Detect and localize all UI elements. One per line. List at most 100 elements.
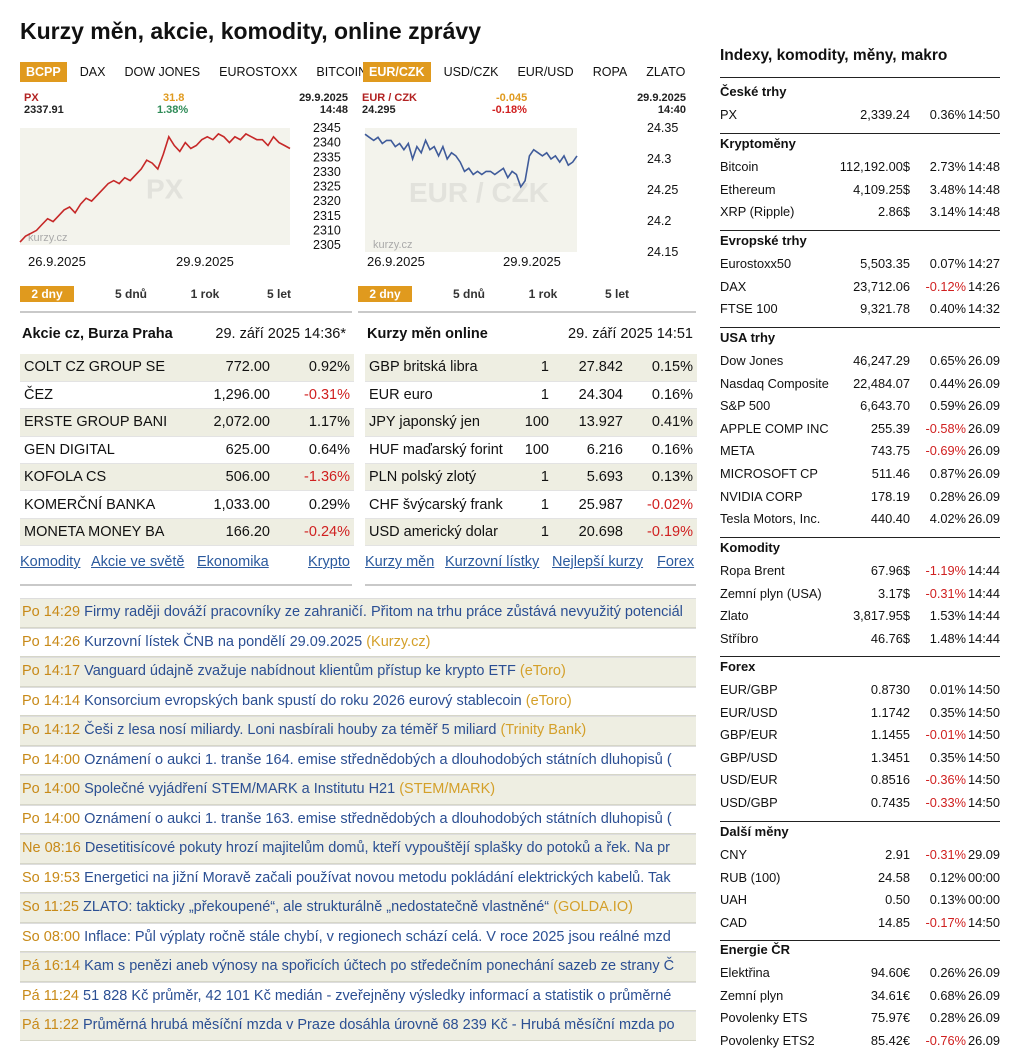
- instrument-name[interactable]: APPLE COMP INC: [720, 418, 829, 440]
- currency-tab-eur-czk[interactable]: EUR/CZK: [363, 62, 431, 82]
- stock-row[interactable]: ČEZ 1,296.00 -0.31%: [20, 381, 354, 410]
- link-akcie-ve-svete[interactable]: Akcie ve světě: [91, 554, 185, 570]
- sidebar-row[interactable]: EUR/USD 1.1742 0.35% 14:50: [720, 702, 1000, 725]
- sidebar-row[interactable]: Zemní plyn 34.61€ 0.68% 26.09: [720, 985, 1000, 1008]
- news-headline[interactable]: Kam s penězi aneb výnosy na spořicích úč…: [84, 958, 674, 974]
- currency-tab-eur-usd[interactable]: EUR/USD: [511, 62, 579, 82]
- px-range-3[interactable]: 1 rok: [168, 286, 242, 302]
- news-source[interactable]: (Trinity Bank): [500, 722, 586, 738]
- news-source[interactable]: (STEM/MARK): [399, 781, 495, 797]
- currency-tab-zlato[interactable]: ZLATO: [640, 62, 691, 82]
- news-source[interactable]: (Kurzy.cz): [366, 634, 430, 650]
- instrument-name[interactable]: RUB (100): [720, 867, 780, 889]
- sidebar-row[interactable]: Zemní plyn (USA) 3.17$ -0.31% 14:44: [720, 583, 1000, 606]
- instrument-name[interactable]: NVIDIA CORP: [720, 486, 803, 508]
- link-nejlepsi-kurzy[interactable]: Nejlepší kurzy: [552, 554, 643, 570]
- currency-row[interactable]: USD americký dolar 1 20.698 -0.19%: [365, 518, 697, 547]
- px-range-1[interactable]: 2 dny: [20, 286, 74, 302]
- stock-name[interactable]: ERSTE GROUP BANI: [20, 408, 196, 437]
- index-tab-bcpp[interactable]: BCPP: [20, 62, 67, 82]
- news-headline[interactable]: Oznámení o aukci 1. tranše 163. emise st…: [84, 811, 672, 827]
- sidebar-row[interactable]: Dow Jones 46,247.29 0.65% 26.09: [720, 350, 1000, 373]
- instrument-name[interactable]: Zemní plyn: [720, 985, 783, 1007]
- news-item[interactable]: Pá 16:14 Kam s penězi aneb výnosy na spo…: [20, 952, 696, 982]
- eurczk-range-4[interactable]: 5 let: [580, 286, 654, 302]
- news-headline[interactable]: Desetitisícové pokuty hrozí majitelům do…: [85, 840, 670, 856]
- news-item[interactable]: Po 14:14 Konsorcium evropských bank spus…: [20, 686, 696, 716]
- news-item[interactable]: Po 14:00 Oznámení o aukci 1. tranše 163.…: [20, 804, 696, 834]
- news-headline[interactable]: Energetici na jižní Moravě začali použív…: [84, 870, 671, 886]
- news-headline[interactable]: Konsorcium evropských bank spustí do rok…: [84, 693, 522, 709]
- sidebar-row[interactable]: S&P 500 6,643.70 0.59% 26.09: [720, 395, 1000, 418]
- px-range-4[interactable]: 5 let: [242, 286, 316, 302]
- index-tab-dax[interactable]: DAX: [74, 62, 112, 82]
- sidebar-row[interactable]: Ethereum 4,109.25$ 3.48% 14:48: [720, 179, 1000, 202]
- instrument-name[interactable]: Ropa Brent: [720, 560, 785, 582]
- px-chart[interactable]: PXkurzy.cz234523402335233023252320231523…: [19, 121, 360, 254]
- eurczk-range-2[interactable]: 5 dnů: [432, 286, 506, 302]
- sidebar-row[interactable]: UAH 0.50 0.13% 00:00: [720, 889, 1000, 912]
- sidebar-row[interactable]: Ropa Brent 67.96$ -1.19% 14:44: [720, 560, 1000, 583]
- currency-name[interactable]: USD americký dolar: [365, 518, 509, 547]
- instrument-name[interactable]: EUR/GBP: [720, 679, 778, 701]
- news-item[interactable]: Po 14:00 Společné vyjádření STEM/MARK a …: [20, 775, 696, 805]
- news-source[interactable]: (eToro): [526, 693, 572, 709]
- currency-name[interactable]: GBP britská libra: [365, 354, 509, 382]
- instrument-name[interactable]: CAD: [720, 912, 747, 934]
- currency-name[interactable]: PLN polský zlotý: [365, 463, 509, 492]
- news-headline[interactable]: 51 828 Kč průměr, 42 101 Kč medián - zve…: [83, 988, 671, 1004]
- sidebar-row[interactable]: EUR/GBP 0.8730 0.01% 14:50: [720, 679, 1000, 702]
- instrument-name[interactable]: EUR/USD: [720, 702, 778, 724]
- sidebar-row[interactable]: USD/GBP 0.7435 -0.33% 14:50: [720, 792, 1000, 815]
- instrument-name[interactable]: GBP/USD: [720, 747, 778, 769]
- sidebar-row[interactable]: GBP/EUR 1.1455 -0.01% 14:50: [720, 724, 1000, 747]
- stock-row[interactable]: ERSTE GROUP BANI 2,072.00 1.17%: [20, 408, 354, 437]
- instrument-name[interactable]: GBP/EUR: [720, 724, 778, 746]
- sidebar-row[interactable]: GBP/USD 1.3451 0.35% 14:50: [720, 747, 1000, 770]
- sidebar-row[interactable]: CNY 2.91 -0.31% 29.09: [720, 844, 1000, 867]
- sidebar-row[interactable]: Povolenky ETS2 85.42€ -0.76% 26.09: [720, 1030, 1000, 1050]
- sidebar-row[interactable]: Eurostoxx50 5,503.35 0.07% 14:27: [720, 253, 1000, 276]
- instrument-name[interactable]: USD/GBP: [720, 792, 778, 814]
- news-item[interactable]: Po 14:00 Oznámení o aukci 1. tranše 164.…: [20, 745, 696, 775]
- news-source[interactable]: (GOLDA.IO): [553, 899, 633, 915]
- news-item[interactable]: Pá 11:22 Průměrná hrubá měsíční mzda v P…: [20, 1011, 696, 1041]
- news-headline[interactable]: Průměrná hrubá měsíční mzda v Praze dosá…: [83, 1017, 675, 1033]
- news-item[interactable]: Po 14:17 Vanguard údajně zvažuje nabídno…: [20, 657, 696, 687]
- link-krypto[interactable]: Krypto: [308, 554, 350, 570]
- currency-name[interactable]: JPY japonský jen: [365, 408, 509, 437]
- sidebar-row[interactable]: USD/EUR 0.8516 -0.36% 14:50: [720, 769, 1000, 792]
- news-item[interactable]: So 19:53 Energetici na jižní Moravě zača…: [20, 863, 696, 893]
- instrument-name[interactable]: UAH: [720, 889, 747, 911]
- instrument-name[interactable]: Povolenky ETS2: [720, 1030, 815, 1050]
- eurczk-chart[interactable]: EUR / CZK kurzy.cz 24.35 24.3 24.25 24.2 24.15: [364, 121, 695, 262]
- stock-row[interactable]: KOMERČNÍ BANKA 1,033.00 0.29%: [20, 490, 354, 519]
- sidebar-row[interactable]: CAD 14.85 -0.17% 14:50: [720, 912, 1000, 935]
- instrument-name[interactable]: Stříbro: [720, 628, 758, 650]
- currency-name[interactable]: HUF maďarský forint: [365, 436, 509, 465]
- instrument-name[interactable]: USD/EUR: [720, 769, 778, 791]
- link-kurzy-men[interactable]: Kurzy měn: [365, 554, 434, 570]
- stock-row[interactable]: COLT CZ GROUP SE 772.00 0.92%: [20, 354, 354, 382]
- sidebar-row[interactable]: Zlato 3,817.95$ 1.53% 14:44: [720, 605, 1000, 628]
- currency-row[interactable]: JPY japonský jen 100 13.927 0.41%: [365, 408, 697, 437]
- instrument-name[interactable]: Zlato: [720, 605, 748, 627]
- currency-row[interactable]: HUF maďarský forint 100 6.216 0.16%: [365, 436, 697, 465]
- eurczk-range-3[interactable]: 1 rok: [506, 286, 580, 302]
- news-item[interactable]: Ne 08:16 Desetitisícové pokuty hrozí maj…: [20, 834, 696, 864]
- currency-row[interactable]: EUR euro 1 24.304 0.16%: [365, 381, 697, 410]
- instrument-name[interactable]: Bitcoin: [720, 156, 758, 178]
- sidebar-row[interactable]: MICROSOFT CP 511.46 0.87% 26.09: [720, 463, 1000, 486]
- currency-tab-ropa[interactable]: ROPA: [587, 62, 634, 82]
- instrument-name[interactable]: Povolenky ETS: [720, 1007, 808, 1029]
- sidebar-row[interactable]: PX 2,339.24 0.36% 14:50: [720, 104, 1000, 127]
- stock-name[interactable]: GEN DIGITAL: [20, 436, 196, 465]
- instrument-name[interactable]: Nasdaq Composite: [720, 373, 829, 395]
- stock-row[interactable]: KOFOLA CS 506.00 -1.36%: [20, 463, 354, 492]
- sidebar-row[interactable]: NVIDIA CORP 178.19 0.28% 26.09: [720, 486, 1000, 509]
- instrument-name[interactable]: META: [720, 440, 755, 462]
- instrument-name[interactable]: Zemní plyn (USA): [720, 583, 822, 605]
- sidebar-row[interactable]: META 743.75 -0.69% 26.09: [720, 440, 1000, 463]
- stock-name[interactable]: ČEZ: [20, 381, 196, 410]
- stock-name[interactable]: COLT CZ GROUP SE: [20, 354, 196, 382]
